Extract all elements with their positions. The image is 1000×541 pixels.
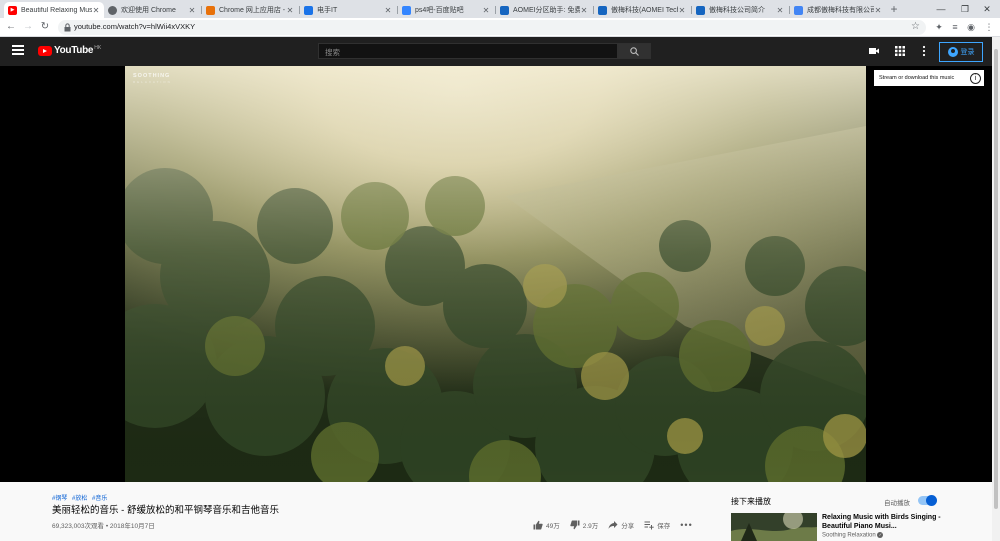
info-icon[interactable]: i [970,72,981,84]
aomei-icon [696,5,705,15]
forest-video-image [125,66,866,482]
lock-icon [64,23,71,32]
close-tab-icon[interactable]: ✕ [384,6,392,15]
signin-label: 登录 [960,49,975,56]
channel-watermark-sub: RELAXATION [133,80,172,84]
like-button[interactable]: 49万 [533,520,560,530]
hamburger-menu-icon[interactable] [12,45,24,55]
thumbs-up-icon [533,520,543,530]
chrome-menu-icon[interactable]: ⋮ [982,20,996,34]
share-button[interactable]: 分享 [608,520,634,530]
url-text: youtube.com/watch?v=hlWii4xVXKY [74,22,196,31]
video-actions: 49万 2.9万 分享 保存 ••• [533,520,693,530]
forward-icon[interactable]: → [21,20,35,34]
youtube-play-icon [38,45,52,56]
video-title: 美丽轻松的音乐 - 舒缓放松的和平钢琴音乐和吉他音乐 [52,505,279,516]
dislike-count: 2.9万 [582,523,599,530]
close-tab-icon[interactable]: ✕ [286,6,294,15]
close-tab-icon[interactable]: ✕ [678,6,686,15]
browser-tab-youtube[interactable]: ▶ Beautiful Relaxing Music ✕ [4,2,104,18]
signin-button[interactable]: 登录 [939,42,983,62]
more-actions-icon[interactable]: ••• [680,520,692,530]
youtube-icon: ▶ [8,5,17,15]
youtube-logo[interactable]: YouTube HK [38,45,101,56]
hashtags: #钢琴 #放松 #音乐 [52,493,110,502]
create-video-icon[interactable] [868,45,880,57]
account-icon [947,47,958,57]
next-video-thumbnail[interactable] [731,513,817,541]
close-tab-icon[interactable]: ✕ [580,6,588,15]
browser-tab-tieba[interactable]: ps4吧-百度贴吧 ✕ [398,2,494,18]
search-button[interactable] [618,43,651,59]
youtube-header: YouTube HK 搜索 [0,37,1000,66]
browser-tab-webstore[interactable]: Chrome 网上应用店 - ✕ [202,2,298,18]
browser-toolbar: ← → ↻ youtube.com/watch?v=hlWii4xVXKY ☆ … [0,18,1000,37]
save-label: 保存 [657,523,671,530]
browser-tab-aomei-4[interactable]: 成都傲梅科技有限公司 ✕ [790,2,886,18]
video-frame[interactable]: SOOTHING RELAXATION [125,66,866,482]
aomei-icon [598,5,607,15]
search-input[interactable]: 搜索 [318,43,618,59]
window-close-button[interactable]: ✕ [972,0,1000,18]
next-video-thumbnail-image [731,513,817,541]
settings-more-icon[interactable] [918,45,930,57]
back-icon[interactable]: ← [4,20,18,34]
close-tab-icon[interactable]: ✕ [874,6,882,15]
next-video-channel: Soothing Relaxation ✓ [822,532,884,539]
site-icon [304,5,313,15]
region-code: HK [94,45,102,51]
browser-tab-strip: ▶ Beautiful Relaxing Music ✕ 欢迎使用 Chrome… [0,0,1000,18]
next-video-title[interactable]: Relaxing Music with Birds Singing - Beau… [822,513,942,531]
browser-tab-aomei-3[interactable]: 傲梅科技公司简介 ✕ [692,2,788,18]
autoplay-label: 自动播放 [884,500,910,507]
stream-tooltip-text: Stream or download this music [879,75,955,81]
autoplay-toggle[interactable] [918,495,937,506]
search-placeholder: 搜索 [325,48,340,57]
share-label: 分享 [621,523,635,530]
close-tab-icon[interactable]: ✕ [482,6,490,15]
channel-name: Soothing Relaxation [822,532,876,539]
extensions-icon[interactable]: ✦ [932,20,946,34]
paw-icon [402,5,411,15]
like-count: 49万 [546,523,560,530]
browser-tab-aomei-2[interactable]: 傲梅科技(AOMEI Tech) ✕ [594,2,690,18]
browser-tab-aomei-1[interactable]: AOMEI分区助手: 免费 ✕ [496,2,592,18]
up-next-heading: 接下来播放 [731,497,771,506]
close-tab-icon[interactable]: ✕ [776,6,784,15]
verified-check-icon: ✓ [877,532,884,538]
shield-icon [794,5,803,15]
browser-tab-chrome-welcome[interactable]: 欢迎使用 Chrome ✕ [104,2,200,18]
close-tab-icon[interactable]: ✕ [188,6,196,15]
address-bar[interactable]: youtube.com/watch?v=hlWii4xVXKY ☆ [58,20,926,35]
apps-grid-icon[interactable] [894,45,906,57]
save-button[interactable]: 保存 [644,520,670,530]
youtube-wordmark: YouTube [54,45,94,56]
scrollbar-thumb[interactable] [994,49,998,509]
video-player[interactable]: SOOTHING RELAXATION [0,66,1000,482]
new-tab-button[interactable]: + [887,2,901,16]
playlist-add-icon [644,521,654,530]
thumbs-down-icon [570,520,580,530]
profile-icon[interactable]: ◉ [964,20,978,34]
close-tab-icon[interactable]: ✕ [92,6,100,15]
reload-icon[interactable]: ↻ [38,20,52,34]
stream-download-card[interactable]: Stream or download this music i [874,70,984,86]
dislike-button[interactable]: 2.9万 [570,520,599,530]
share-icon [608,521,618,529]
browser-tab-site[interactable]: 电手IT ✕ [300,2,396,18]
page-scrollbar[interactable] [992,37,1000,541]
bookmark-star-icon[interactable]: ☆ [911,21,920,32]
channel-watermark: SOOTHING [133,73,171,79]
aomei-icon [500,5,509,15]
webstore-icon [206,5,215,15]
video-meta: 69,323,003次观看 • 2018年10月7日 [52,523,155,530]
media-control-icon[interactable]: ≡ [948,20,962,34]
chrome-icon [108,5,117,15]
search-icon [630,46,639,56]
